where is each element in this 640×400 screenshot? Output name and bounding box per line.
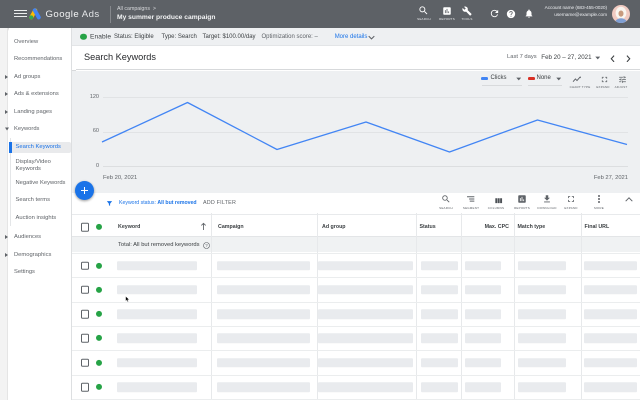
svg-text:?: ? (205, 243, 208, 248)
